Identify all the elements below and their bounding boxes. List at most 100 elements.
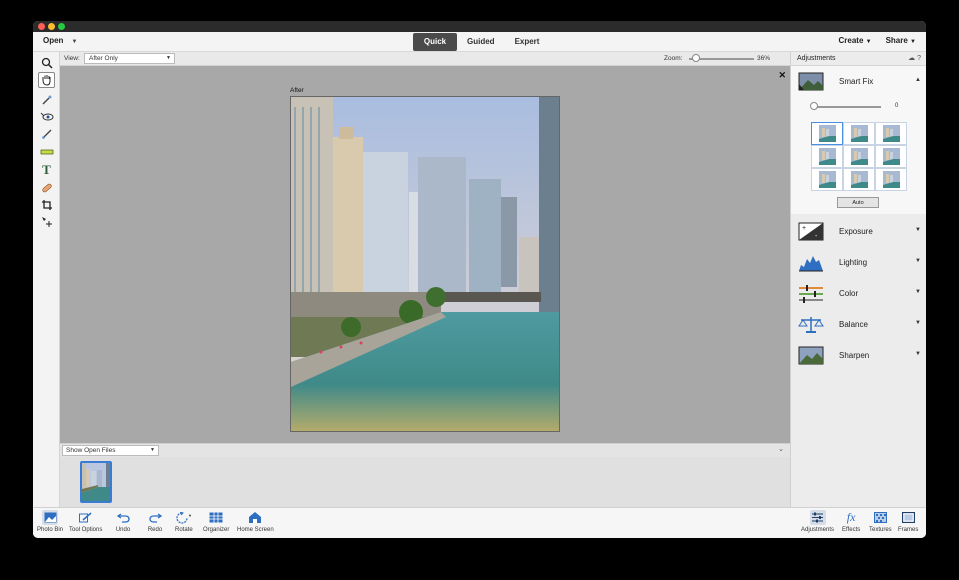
undo-icon xyxy=(115,510,131,525)
effects-button[interactable]: fx Effects xyxy=(842,510,860,538)
smart-fix-icon xyxy=(798,72,824,91)
smart-fix-slider-track[interactable] xyxy=(813,106,881,108)
smart-fix-presets-grid xyxy=(811,122,907,191)
magnifier-icon xyxy=(41,57,53,69)
close-window-button[interactable] xyxy=(38,23,45,30)
textures-button[interactable]: Textures xyxy=(869,510,892,538)
chevron-down-icon: ▼ xyxy=(865,39,872,45)
photo-bin-icon xyxy=(42,510,59,525)
rotate-icon: ▼ xyxy=(176,510,192,525)
view-options-bar: View: After Only ▼ Zoom: 36% xyxy=(60,52,790,66)
photo-bin-label: Photo Bin xyxy=(37,527,64,533)
adjustments-label: Adjustments xyxy=(801,527,835,533)
photo-preview[interactable] xyxy=(290,96,560,432)
photo-bin xyxy=(60,457,790,507)
chevron-down-icon: ▼ xyxy=(166,55,171,61)
create-menu[interactable]: Create ▼ xyxy=(838,36,871,45)
lighting-label: Lighting xyxy=(839,258,868,267)
tab-guided[interactable]: Guided xyxy=(457,33,505,51)
organizer-button[interactable]: Organizer xyxy=(203,510,229,538)
auto-button[interactable]: Auto xyxy=(837,197,879,208)
smart-fix-slider-handle[interactable] xyxy=(810,102,818,110)
move-tool[interactable] xyxy=(38,214,55,230)
hand-tool[interactable] xyxy=(38,72,55,88)
rotate-button[interactable]: ▼ Rotate xyxy=(175,510,193,538)
title-bar xyxy=(33,21,926,32)
tool-options-icon xyxy=(78,510,94,525)
color-sliders-icon xyxy=(799,285,823,303)
open-menu[interactable]: Open ▼ xyxy=(43,36,77,45)
preset-thumbnail[interactable] xyxy=(811,145,843,168)
canvas-area: After ✕ xyxy=(60,66,790,443)
thumbnail-image xyxy=(82,463,110,501)
preset-thumbnail[interactable] xyxy=(875,122,907,145)
lighting-row[interactable]: Lighting ▼ xyxy=(791,247,926,278)
share-menu[interactable]: Share ▼ xyxy=(886,36,916,45)
adjustments-button[interactable]: Adjustments xyxy=(801,510,834,538)
ruler-icon xyxy=(40,149,53,155)
preset-image xyxy=(818,148,836,165)
photo-thumbnail[interactable] xyxy=(80,461,112,503)
preset-thumbnail[interactable] xyxy=(811,122,843,145)
quick-selection-tool[interactable] xyxy=(38,92,55,108)
exposure-row[interactable]: + - Exposure ▼ xyxy=(791,216,926,247)
redo-button[interactable]: Redo xyxy=(147,510,163,538)
fx-icon: fx xyxy=(846,510,856,524)
tab-quick[interactable]: Quick xyxy=(413,33,457,51)
preset-thumbnail[interactable] xyxy=(811,168,843,191)
sharpen-row[interactable]: Sharpen ▼ xyxy=(791,340,926,371)
home-screen-button[interactable]: Home Screen xyxy=(237,510,274,538)
smart-fix-header[interactable]: Smart Fix ▲ xyxy=(791,66,926,97)
minimize-window-button[interactable] xyxy=(48,23,55,30)
red-eye-tool[interactable] xyxy=(38,109,55,125)
preset-image xyxy=(882,171,900,188)
crop-tool[interactable] xyxy=(38,197,55,213)
whiten-teeth-tool[interactable] xyxy=(38,126,55,142)
show-files-select[interactable]: Show Open Files ▼ xyxy=(62,445,159,456)
scales-icon xyxy=(798,317,824,333)
home-icon xyxy=(247,510,263,525)
sharpen-label: Sharpen xyxy=(839,351,870,360)
tab-expert[interactable]: Expert xyxy=(505,33,550,51)
preset-image xyxy=(882,148,900,165)
organizer-icon xyxy=(208,510,224,525)
type-tool[interactable]: T xyxy=(38,162,55,178)
zoom-slider-handle[interactable] xyxy=(692,54,700,62)
zoom-value: 36% xyxy=(757,55,771,62)
zoom-tool[interactable] xyxy=(38,55,55,71)
spot-healing-tool[interactable] xyxy=(38,180,55,196)
straighten-tool[interactable] xyxy=(38,144,55,160)
view-label: View: xyxy=(64,55,80,62)
view-select[interactable]: After Only ▼ xyxy=(84,53,175,64)
bottom-toolbar: Photo Bin Tool Options Undo Redo ▼ Rotat… xyxy=(33,507,926,538)
zoom-window-button[interactable] xyxy=(58,23,65,30)
redo-label: Redo xyxy=(147,527,163,533)
smart-fix-label: Smart Fix xyxy=(839,77,874,86)
preset-thumbnail[interactable] xyxy=(875,168,907,191)
frames-icon xyxy=(900,510,916,525)
photo-bin-button[interactable]: Photo Bin xyxy=(37,510,63,538)
preset-thumbnail[interactable] xyxy=(875,145,907,168)
color-row[interactable]: Color ▼ xyxy=(791,278,926,309)
panel-header: Adjustments ☁ ? xyxy=(791,52,926,66)
preset-image xyxy=(850,125,868,142)
bin-options-icon[interactable]: ⌄ xyxy=(778,445,784,453)
balance-row[interactable]: Balance ▼ xyxy=(791,309,926,340)
mode-tabs: Quick Guided Expert xyxy=(413,33,549,51)
histogram-icon xyxy=(799,256,823,272)
home-screen-label: Home Screen xyxy=(237,527,274,533)
preset-thumbnail[interactable] xyxy=(843,145,875,168)
redo-icon xyxy=(147,510,163,525)
chevron-down-icon: ▼ xyxy=(910,39,916,45)
undo-button[interactable]: Undo xyxy=(115,510,131,538)
close-icon[interactable]: ✕ xyxy=(778,70,786,81)
app-window: Open ▼ Quick Guided Expert Create ▼ Share… xyxy=(33,21,926,538)
help-icon[interactable]: ☁ ? xyxy=(908,54,921,62)
tool-options-button[interactable]: Tool Options xyxy=(69,510,102,538)
chevron-down-icon: ▼ xyxy=(915,258,921,264)
preset-thumbnail[interactable] xyxy=(843,168,875,191)
photo-bin-bar: Show Open Files ▼ ⌄ xyxy=(60,443,790,457)
adjustments-icon xyxy=(809,510,826,525)
preset-thumbnail[interactable] xyxy=(843,122,875,145)
frames-button[interactable]: Frames xyxy=(898,510,918,538)
